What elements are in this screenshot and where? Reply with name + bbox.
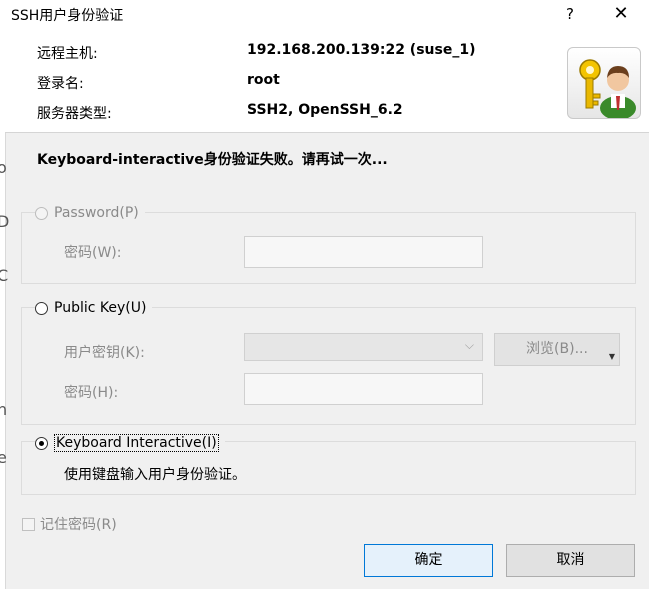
keyboard-interactive-radio[interactable]: [35, 436, 48, 450]
keyboard-interactive-radio-label: Keyboard Interactive(I): [54, 434, 219, 452]
public-key-group: [21, 307, 636, 425]
server-type-label: 服务器类型:: [37, 106, 112, 122]
help-button[interactable]: ?: [558, 2, 582, 26]
login-name-label: 登录名:: [37, 76, 84, 92]
remember-password-checkbox[interactable]: [22, 517, 35, 531]
user-key-icon: [567, 47, 641, 120]
server-type-value: SSH2, OpenSSH_6.2: [247, 102, 403, 118]
window-title: SSH用户身份验证: [11, 8, 124, 24]
keyboard-interactive-radio-option[interactable]: Keyboard Interactive(I): [35, 433, 225, 453]
browse-button-label: 浏览(B)...: [526, 341, 588, 357]
public-key-radio[interactable]: [35, 301, 48, 315]
close-button[interactable]: ✕: [606, 2, 636, 26]
public-key-radio-label: Public Key(U): [54, 300, 147, 316]
password-radio-label: Password(P): [54, 205, 139, 221]
chevron-down-icon: ⌵: [464, 338, 474, 352]
key-passphrase-label: 密码(H):: [64, 385, 119, 401]
close-icon: ✕: [613, 3, 629, 24]
remember-password-option[interactable]: 记住密码(R): [22, 514, 117, 534]
dropdown-arrow-icon: ▼: [608, 352, 615, 361]
user-key-label: 用户密钥(K):: [64, 345, 145, 361]
remember-password-label: 记住密码(R): [40, 517, 117, 533]
remote-host-label: 远程主机:: [37, 46, 98, 62]
login-name-value: root: [247, 72, 280, 88]
public-key-radio-option[interactable]: Public Key(U): [35, 298, 153, 318]
key-passphrase-input[interactable]: [244, 373, 483, 405]
title-bar: SSH用户身份验证 ? ✕: [5, 0, 649, 29]
ok-button[interactable]: 确定: [364, 544, 493, 577]
password-radio-option[interactable]: Password(P): [35, 203, 145, 223]
user-key-select[interactable]: ⌵: [244, 333, 483, 361]
browse-button[interactable]: 浏览(B)... ▼: [494, 333, 620, 366]
remote-host-value: 192.168.200.139:22 (suse_1): [247, 42, 476, 58]
auth-failed-message: Keyboard-interactive身份验证失败。请再试一次...: [37, 152, 388, 168]
keyboard-interactive-description: 使用键盘输入用户身份验证。: [64, 467, 246, 483]
password-input[interactable]: [244, 236, 483, 268]
connection-info-header: 远程主机: 192.168.200.139:22 (suse_1) 登录名: r…: [5, 29, 649, 133]
password-radio[interactable]: [35, 206, 48, 220]
password-field-label: 密码(W):: [64, 245, 122, 261]
cancel-button[interactable]: 取消: [506, 544, 635, 577]
